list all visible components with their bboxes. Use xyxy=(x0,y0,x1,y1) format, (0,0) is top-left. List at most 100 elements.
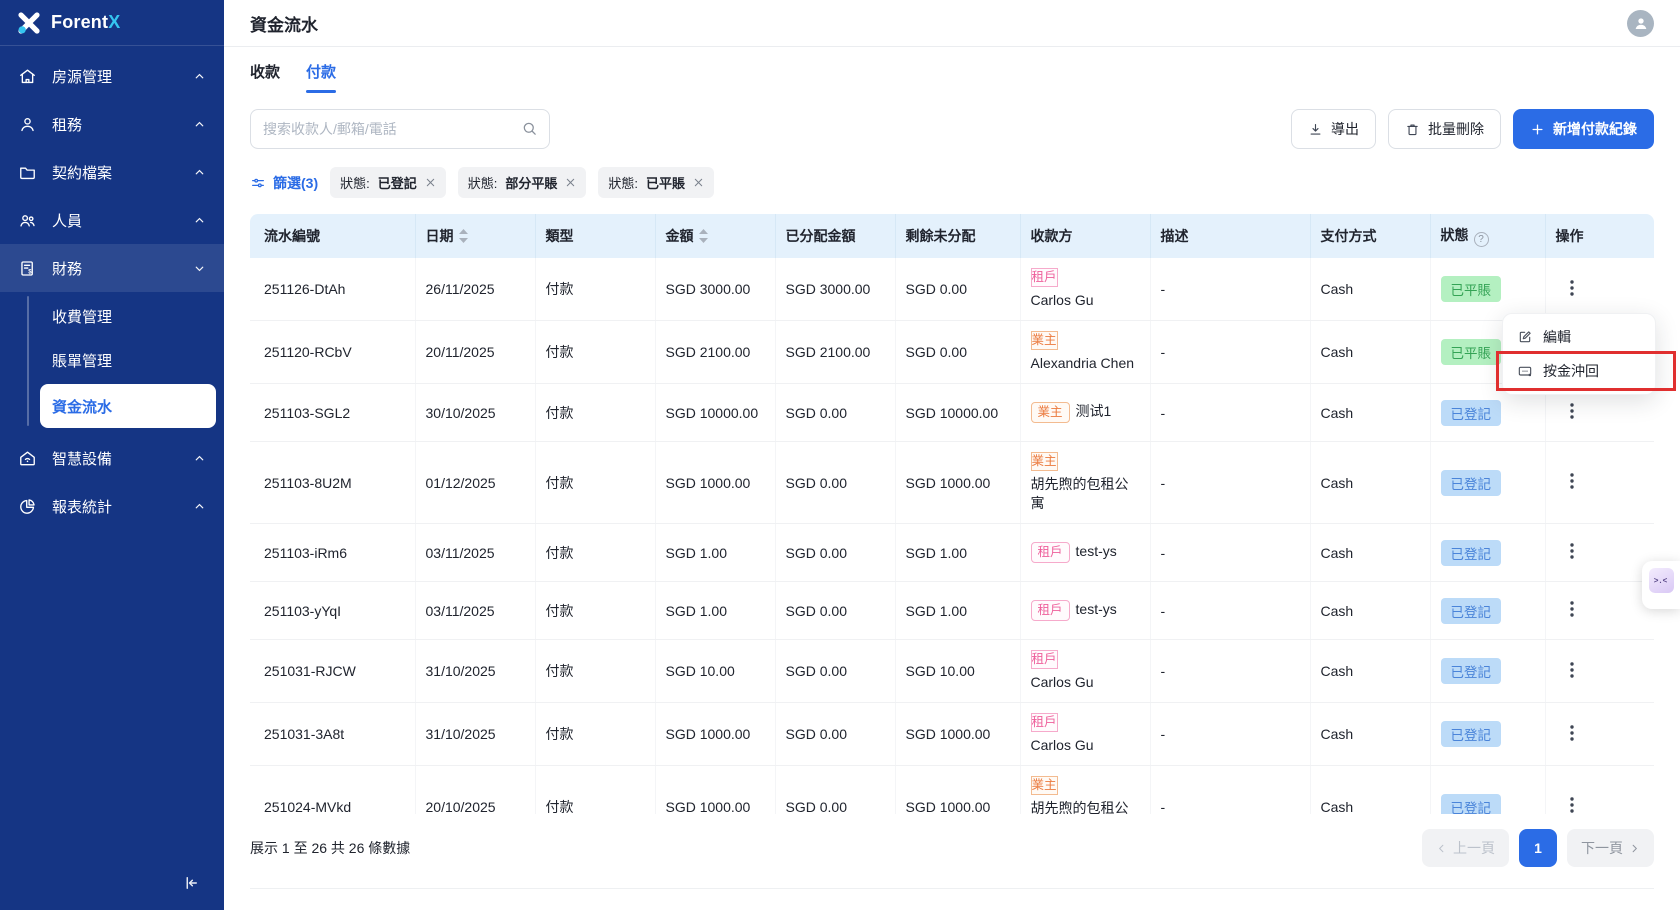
cell-actions xyxy=(1545,639,1654,703)
tab-payments[interactable]: 付款 xyxy=(306,61,336,93)
row-actions-button[interactable] xyxy=(1556,720,1588,749)
row-actions-button[interactable] xyxy=(1556,792,1588,814)
batch-delete-button[interactable]: 批量刪除 xyxy=(1388,109,1501,149)
prev-page-button[interactable]: 上一頁 xyxy=(1422,829,1509,867)
row-actions-button[interactable] xyxy=(1556,275,1588,304)
cell-description: - xyxy=(1150,523,1311,582)
add-payment-button[interactable]: 新增付款紀錄 xyxy=(1513,109,1654,149)
cell-date: 20/10/2025 xyxy=(415,765,536,814)
sidebar-item-properties[interactable]: 房源管理 xyxy=(0,52,224,100)
sidebar-item-people[interactable]: 人員 xyxy=(0,196,224,244)
cell-remaining: SGD 0.00 xyxy=(895,258,1021,321)
payee-name: test-ys xyxy=(1075,601,1117,617)
cell-remaining: SGD 1000.00 xyxy=(895,702,1021,766)
sidebar-item-finance[interactable]: $ 財務 xyxy=(0,244,224,292)
status-badge: 已登記 xyxy=(1440,721,1501,747)
col-type: 類型 xyxy=(535,214,656,258)
cell-date: 01/12/2025 xyxy=(415,441,536,524)
sidebar-item-fee-management[interactable]: 收費管理 xyxy=(0,294,224,338)
table-row[interactable]: 251103-SGL2 30/10/2025 付款 SGD 10000.00 SGD 0… xyxy=(250,383,1654,442)
row-actions-button[interactable] xyxy=(1556,398,1588,427)
edit-icon xyxy=(1517,329,1533,345)
sidebar-item-bill-management[interactable]: 賬單管理 xyxy=(0,338,224,382)
kebab-icon xyxy=(1569,543,1574,559)
table-row[interactable]: 251103-8U2M 01/12/2025 付款 SGD 1000.00 SGD 0.… xyxy=(250,441,1654,524)
topbar: 資金流水 xyxy=(224,0,1680,47)
cell-payment-method: Cash xyxy=(1310,523,1431,582)
payee-name: 胡先煦的包租公寓 xyxy=(1030,800,1129,814)
cell-allocated: SGD 0.00 xyxy=(775,523,896,582)
floating-assistant-widget[interactable]: >.< xyxy=(1642,561,1680,609)
filter-button[interactable]: 篩選(3) xyxy=(250,173,318,193)
cell-date: 30/10/2025 xyxy=(415,383,536,442)
chip-label: 狀態: xyxy=(608,176,639,191)
cell-status: 已登記 xyxy=(1430,581,1546,640)
table-container: 流水編號 日期 類型 金額 已分配金額 剩餘未分配 收款方 描述 支付方式 狀態… xyxy=(250,214,1654,814)
cell-allocated: SGD 0.00 xyxy=(775,383,896,442)
col-remaining: 剩餘未分配 xyxy=(895,214,1021,258)
status-help-icon[interactable]: ? xyxy=(1473,232,1489,247)
cell-payment-method: Cash xyxy=(1310,765,1431,814)
cell-status: 已登記 xyxy=(1430,639,1546,703)
table-row[interactable]: 251031-RJCW 31/10/2025 付款 SGD 10.00 SGD 0.00… xyxy=(250,639,1654,703)
sidebar-item-fund-flow[interactable]: 資金流水 xyxy=(40,384,216,428)
chip-label: 狀態: xyxy=(340,176,370,191)
search-input[interactable] xyxy=(250,109,550,149)
sidebar: ForentX 房源管理 租務 契約檔案 人員 $ 財務 收費管理 賬單管理 資… xyxy=(0,0,224,910)
kebab-icon xyxy=(1569,279,1574,296)
cell-type: 付款 xyxy=(535,639,656,703)
sort-icon[interactable] xyxy=(458,229,468,243)
toolbar: 導出 批量刪除 新增付款紀錄 xyxy=(224,93,1680,149)
owner-badge: 業主 xyxy=(1030,452,1058,471)
table-row[interactable]: 251126-DtAh 26/11/2025 付款 SGD 3000.00 SGD 30… xyxy=(250,258,1654,321)
cell-description: - xyxy=(1150,702,1311,766)
chip-close-icon[interactable] xyxy=(693,177,704,188)
payee-name: 测试1 xyxy=(1075,403,1112,419)
pagination-summary: 展示 1 至 26 共 26 條數據 xyxy=(250,840,411,856)
sidebar-collapse-button[interactable] xyxy=(178,870,204,896)
sidebar-item-leasing[interactable]: 租務 xyxy=(0,100,224,148)
col-status: 狀態? xyxy=(1430,214,1546,258)
sidebar-item-contracts[interactable]: 契約檔案 xyxy=(0,148,224,196)
chip-close-icon[interactable] xyxy=(565,177,576,188)
smart-device-icon xyxy=(20,450,35,465)
col-date[interactable]: 日期 xyxy=(415,214,536,258)
table-row[interactable]: 251120-RCbV 20/11/2025 付款 SGD 2100.00 SGD 21… xyxy=(250,320,1654,384)
row-actions-button[interactable] xyxy=(1556,657,1588,686)
tenant-badge: 租戶 xyxy=(1030,650,1058,669)
next-page-button[interactable]: 下一頁 xyxy=(1567,829,1654,867)
chevron-left-icon xyxy=(1438,844,1444,852)
sidebar-item-reports[interactable]: 報表統計 xyxy=(0,482,224,530)
cell-flow-id: 251120-RCbV xyxy=(250,320,416,384)
row-actions-button[interactable] xyxy=(1556,468,1588,497)
table-row[interactable]: 251024-MVkd 20/10/2025 付款 SGD 1000.00 SGD 0.… xyxy=(250,765,1654,814)
cell-payee: 租戶 test-ys xyxy=(1020,523,1151,582)
col-amount[interactable]: 金額 xyxy=(655,214,776,258)
row-actions-button[interactable] xyxy=(1556,596,1588,625)
user-avatar[interactable] xyxy=(1627,9,1654,37)
tab-receipts[interactable]: 收款 xyxy=(250,61,280,93)
context-menu-deposit-reversal[interactable]: 按金沖回 xyxy=(1503,354,1655,388)
cell-payment-method: Cash xyxy=(1310,702,1431,766)
sort-icon[interactable] xyxy=(698,229,708,243)
chip-close-icon[interactable] xyxy=(425,177,436,188)
cell-payment-method: Cash xyxy=(1310,639,1431,703)
cell-payment-method: Cash xyxy=(1310,581,1431,640)
export-button[interactable]: 導出 xyxy=(1291,109,1376,149)
cell-remaining: SGD 1.00 xyxy=(895,523,1021,582)
cell-remaining: SGD 0.00 xyxy=(895,320,1021,384)
chevron-up-icon xyxy=(195,169,204,174)
sidebar-item-smart-devices[interactable]: 智慧設備 xyxy=(0,434,224,482)
table-row[interactable]: 251103-yYqI 03/11/2025 付款 SGD 1.00 SGD 0.00 S… xyxy=(250,581,1654,640)
table-row[interactable]: 251103-iRm6 03/11/2025 付款 SGD 1.00 SGD 0.00 S… xyxy=(250,523,1654,582)
cell-payment-method: Cash xyxy=(1310,441,1431,524)
context-menu-edit[interactable]: 編輯 xyxy=(1503,320,1655,354)
cell-remaining: SGD 10.00 xyxy=(895,639,1021,703)
table-row[interactable]: 251031-3A8t 31/10/2025 付款 SGD 1000.00 SGD 0.… xyxy=(250,702,1654,766)
col-payee: 收款方 xyxy=(1020,214,1151,258)
page-1-button[interactable]: 1 xyxy=(1519,829,1557,867)
row-actions-button[interactable] xyxy=(1556,538,1588,567)
chip-label: 狀態: xyxy=(467,176,498,191)
cell-payee: 租戶 Carlos Gu xyxy=(1020,702,1151,766)
cell-payment-method: Cash xyxy=(1310,258,1431,321)
